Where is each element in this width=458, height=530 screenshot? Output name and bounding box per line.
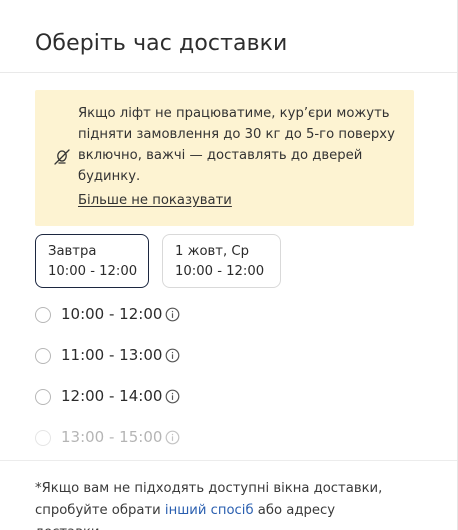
slot-time: 13:00 - 15:00 <box>61 428 163 446</box>
time-slot[interactable]: 13:00 - 15:00 <box>35 426 235 450</box>
other-method-link[interactable]: інший спосіб <box>165 503 254 518</box>
day-tab-hours: 10:00 - 12:00 <box>175 264 265 279</box>
dont-show-again-link[interactable]: Більше не показувати <box>78 193 232 208</box>
slot-time: 10:00 - 12:00 <box>61 305 163 323</box>
day-tab-label: 1 жовт, Ср <box>175 244 249 259</box>
slot-radio[interactable] <box>35 307 51 323</box>
day-tab-hours: 10:00 - 12:00 <box>48 264 138 279</box>
slot-radio[interactable] <box>35 348 51 364</box>
elevator-notice: Якщо ліфт не працюватиме, кур’єри можуть… <box>35 90 414 226</box>
time-slot[interactable]: 11:00 - 13:00 <box>35 344 235 368</box>
info-icon[interactable] <box>165 348 180 363</box>
page-title: Оберіть час доставки <box>35 31 288 56</box>
footer-divider <box>0 460 457 461</box>
delivery-time-panel: Оберіть час доставки Якщо ліфт не працюв… <box>0 0 458 530</box>
slot-time: 12:00 - 14:00 <box>61 387 163 405</box>
info-icon[interactable] <box>165 430 180 445</box>
slot-radio[interactable] <box>35 430 51 446</box>
slot-time: 11:00 - 13:00 <box>61 346 163 364</box>
footer-note: *Якщо вам не підходять доступні вікна до… <box>35 478 395 530</box>
info-icon[interactable] <box>165 389 180 404</box>
info-icon[interactable] <box>165 307 180 322</box>
slot-radio[interactable] <box>35 389 51 405</box>
day-tab-tomorrow[interactable]: Завтра 10:00 - 12:00 <box>35 234 149 288</box>
day-tab-label: Завтра <box>48 244 97 259</box>
day-tab-oct-1[interactable]: 1 жовт, Ср 10:00 - 12:00 <box>162 234 281 288</box>
notice-text: Якщо ліфт не працюватиме, кур’єри можуть… <box>78 106 395 184</box>
time-slot[interactable]: 10:00 - 12:00 <box>35 303 235 327</box>
panel-header: Оберіть час доставки <box>0 0 457 73</box>
time-slot[interactable]: 12:00 - 14:00 <box>35 385 235 409</box>
no-elevator-icon <box>52 147 72 167</box>
